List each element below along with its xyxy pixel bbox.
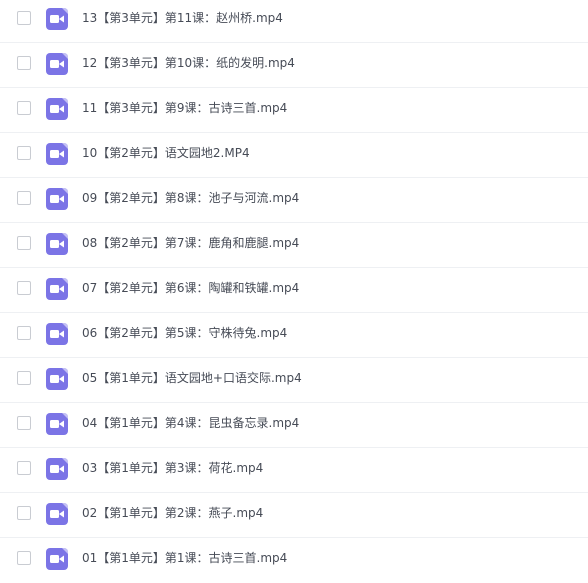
select-checkbox[interactable] — [17, 236, 31, 250]
file-name[interactable]: 01【第1单元】第1课：古诗三首.mp4 — [82, 550, 287, 566]
file-name[interactable]: 04【第1单元】第4课：昆虫备忘录.mp4 — [82, 415, 299, 431]
file-row[interactable]: 03【第1单元】第3课：荷花.mp4 — [0, 448, 588, 493]
select-checkbox[interactable] — [17, 191, 31, 205]
file-row[interactable]: 13【第3单元】第11课：赵州桥.mp4 — [0, 0, 588, 43]
file-name[interactable]: 13【第3单元】第11课：赵州桥.mp4 — [82, 10, 283, 26]
file-name[interactable]: 08【第2单元】第7课：鹿角和鹿腿.mp4 — [82, 235, 299, 251]
file-name[interactable]: 03【第1单元】第3课：荷花.mp4 — [82, 460, 263, 476]
select-checkbox[interactable] — [17, 326, 31, 340]
file-name[interactable]: 12【第3单元】第10课：纸的发明.mp4 — [82, 55, 295, 71]
file-name[interactable]: 07【第2单元】第6课：陶罐和铁罐.mp4 — [82, 280, 299, 296]
file-row[interactable]: 11【第3单元】第9课：古诗三首.mp4 — [0, 88, 588, 133]
video-file-icon — [46, 413, 68, 435]
video-file-icon — [46, 503, 68, 525]
select-checkbox[interactable] — [17, 461, 31, 475]
file-row[interactable]: 09【第2单元】第8课：池子与河流.mp4 — [0, 178, 588, 223]
select-checkbox[interactable] — [17, 281, 31, 295]
file-list: 13【第3单元】第11课：赵州桥.mp4 12【第3单元】第10课：纸的发明.m… — [0, 0, 588, 582]
select-checkbox[interactable] — [17, 146, 31, 160]
video-file-icon — [46, 278, 68, 300]
file-row[interactable]: 12【第3单元】第10课：纸的发明.mp4 — [0, 43, 588, 88]
video-file-icon — [46, 458, 68, 480]
select-checkbox[interactable] — [17, 371, 31, 385]
select-checkbox[interactable] — [17, 101, 31, 115]
file-row[interactable]: 06【第2单元】第5课：守株待兔.mp4 — [0, 313, 588, 358]
file-name[interactable]: 11【第3单元】第9课：古诗三首.mp4 — [82, 100, 287, 116]
video-file-icon — [46, 8, 68, 30]
file-row[interactable]: 07【第2单元】第6课：陶罐和铁罐.mp4 — [0, 268, 588, 313]
file-row[interactable]: 10【第2单元】语文园地2.MP4 — [0, 133, 588, 178]
file-name[interactable]: 10【第2单元】语文园地2.MP4 — [82, 145, 250, 161]
file-name[interactable]: 06【第2单元】第5课：守株待兔.mp4 — [82, 325, 287, 341]
file-name[interactable]: 09【第2单元】第8课：池子与河流.mp4 — [82, 190, 299, 206]
video-file-icon — [46, 368, 68, 390]
file-row[interactable]: 05【第1单元】语文园地+口语交际.mp4 — [0, 358, 588, 403]
file-row[interactable]: 08【第2单元】第7课：鹿角和鹿腿.mp4 — [0, 223, 588, 268]
select-checkbox[interactable] — [17, 56, 31, 70]
file-name[interactable]: 05【第1单元】语文园地+口语交际.mp4 — [82, 370, 302, 386]
select-checkbox[interactable] — [17, 506, 31, 520]
video-file-icon — [46, 548, 68, 570]
select-checkbox[interactable] — [17, 11, 31, 25]
video-file-icon — [46, 323, 68, 345]
file-row[interactable]: 01【第1单元】第1课：古诗三首.mp4 — [0, 538, 588, 583]
select-checkbox[interactable] — [17, 551, 31, 565]
video-file-icon — [46, 53, 68, 75]
file-name[interactable]: 02【第1单元】第2课：燕子.mp4 — [82, 505, 263, 521]
video-file-icon — [46, 98, 68, 120]
file-row[interactable]: 02【第1单元】第2课：燕子.mp4 — [0, 493, 588, 538]
select-checkbox[interactable] — [17, 416, 31, 430]
video-file-icon — [46, 188, 68, 210]
file-row[interactable]: 04【第1单元】第4课：昆虫备忘录.mp4 — [0, 403, 588, 448]
video-file-icon — [46, 233, 68, 255]
video-file-icon — [46, 143, 68, 165]
